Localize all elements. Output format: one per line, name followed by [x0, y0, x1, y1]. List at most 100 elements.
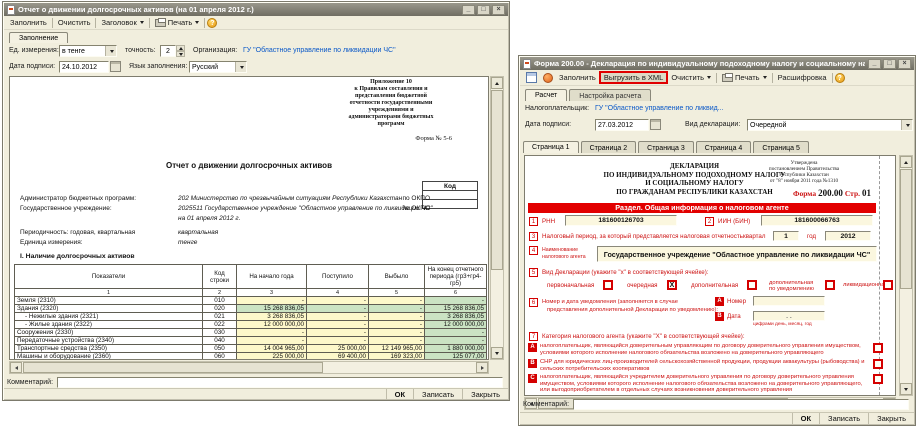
form-settings-button[interactable]: [523, 71, 540, 84]
minimize-button[interactable]: _: [868, 59, 881, 69]
horizontal-scrollbar[interactable]: [9, 361, 489, 374]
quarter-field[interactable]: 1: [773, 231, 799, 241]
org-value-link[interactable]: ГУ "Областное управление по ликвидации Ч…: [243, 47, 396, 54]
minimize-button[interactable]: _: [462, 5, 475, 15]
tab-page-3[interactable]: Страница 3: [638, 141, 694, 153]
precision-spin-buttons[interactable]: [176, 45, 185, 57]
checkbox-dop-po-uvedomleniyu[interactable]: [825, 280, 835, 290]
refresh-button[interactable]: [540, 72, 556, 84]
sign-date-input[interactable]: 24.10.2012: [59, 61, 109, 73]
precision-stepper[interactable]: 2: [160, 45, 176, 57]
cell-out[interactable]: -: [369, 297, 425, 305]
close-button[interactable]: ×: [898, 59, 911, 69]
vertical-scrollbar[interactable]: [899, 155, 913, 396]
cell-in[interactable]: -: [307, 321, 369, 329]
tab-page-2[interactable]: Страница 2: [581, 141, 637, 153]
help-icon[interactable]: ?: [835, 73, 845, 83]
tab-page-1[interactable]: Страница 1: [523, 141, 579, 153]
scroll-left-icon[interactable]: [10, 362, 22, 373]
declaration-kind-combo[interactable]: Очередной: [747, 119, 913, 131]
sign-date-input[interactable]: 27.03.2012: [595, 119, 649, 131]
save-button[interactable]: Записать: [413, 389, 462, 400]
cell-out[interactable]: 169 323,00: [369, 353, 425, 361]
cell-out[interactable]: -: [369, 337, 425, 345]
cell-begin[interactable]: 3 268 836,05: [237, 313, 307, 321]
tab-page-5[interactable]: Страница 5: [753, 141, 809, 153]
scroll-right-icon[interactable]: [476, 362, 488, 373]
scroll-down-icon[interactable]: [491, 347, 503, 359]
taxpayer-value-link[interactable]: ГУ "Областное управление по ликвид...: [595, 105, 724, 112]
print-button[interactable]: Печать: [719, 72, 770, 83]
cell-begin[interactable]: 14 004 965,00: [237, 345, 307, 353]
close-button[interactable]: ×: [492, 5, 505, 15]
cell-out[interactable]: -: [369, 329, 425, 337]
combo-button[interactable]: [105, 46, 116, 56]
tab-nastroyka[interactable]: Настройка расчета: [569, 89, 651, 101]
header-menu-button[interactable]: Заголовок: [98, 17, 146, 28]
cell-out[interactable]: -: [369, 321, 425, 329]
checkbox-category-b[interactable]: [873, 359, 883, 369]
close-window-button[interactable]: Закрыть: [462, 389, 508, 400]
fill-button[interactable]: Заполнить: [556, 72, 599, 83]
cell-in[interactable]: -: [307, 329, 369, 337]
ok-button[interactable]: ОК: [792, 413, 819, 424]
maximize-button[interactable]: □: [477, 5, 490, 15]
checkbox-likvidatsionnaya[interactable]: [883, 280, 893, 290]
export-xml-button[interactable]: Выгрузить в XML: [599, 71, 669, 84]
ok-button[interactable]: ОК: [386, 389, 413, 400]
cell-in[interactable]: -: [307, 337, 369, 345]
code-box-cell[interactable]: [422, 191, 478, 200]
calendar-icon[interactable]: [110, 61, 121, 72]
rnn-field[interactable]: 181600126703: [565, 215, 677, 226]
scrollbar-thumb[interactable]: [491, 90, 503, 270]
combo-button[interactable]: [901, 120, 912, 130]
scrollbar-thumb[interactable]: [900, 169, 912, 289]
clear-button[interactable]: Очистить: [55, 17, 94, 28]
spin-down-icon[interactable]: [176, 51, 185, 57]
cell-in[interactable]: -: [307, 297, 369, 305]
iin-field[interactable]: 181600066763: [761, 215, 873, 226]
close-window-button[interactable]: Закрыть: [868, 413, 914, 424]
notice-date-field[interactable]: . .: [753, 311, 825, 321]
checkbox-ocherednaya[interactable]: X: [667, 280, 677, 290]
scrollbar-thumb[interactable]: [23, 362, 323, 373]
checkbox-category-a[interactable]: [873, 343, 883, 353]
scroll-up-icon[interactable]: [491, 77, 503, 89]
checkbox-dopolnitelnaya[interactable]: [747, 280, 757, 290]
cell-begin[interactable]: -: [237, 337, 307, 345]
scroll-down-icon[interactable]: [900, 383, 912, 395]
save-button[interactable]: Записать: [819, 413, 868, 424]
calendar-icon[interactable]: [650, 119, 661, 130]
clear-button[interactable]: Очистить: [668, 72, 714, 83]
cell-begin[interactable]: -: [237, 329, 307, 337]
print-button[interactable]: Печать: [152, 17, 203, 28]
combo-button[interactable]: [235, 62, 246, 72]
comment-input[interactable]: [573, 399, 909, 410]
help-icon[interactable]: ?: [207, 18, 217, 28]
unit-combo[interactable]: в тенге: [59, 45, 117, 57]
decode-button[interactable]: Расшифровка: [775, 72, 830, 83]
cell-in[interactable]: 69 400,00: [307, 353, 369, 361]
cell-in[interactable]: 25 000,00: [307, 345, 369, 353]
tab-zapolnenie[interactable]: Заполнение: [9, 32, 68, 43]
tab-raschet[interactable]: Расчет: [525, 89, 567, 101]
cell-begin[interactable]: 225 000,00: [237, 353, 307, 361]
fill-button[interactable]: Заполнить: [7, 17, 50, 28]
report-window-titlebar[interactable]: Отчет о движении долгосрочных активов (н…: [4, 3, 508, 16]
scroll-up-icon[interactable]: [900, 156, 912, 168]
cell-in[interactable]: -: [307, 313, 369, 321]
tab-page-4[interactable]: Страница 4: [696, 141, 752, 153]
language-combo[interactable]: Русский: [189, 61, 247, 73]
vertical-scrollbar[interactable]: [490, 76, 504, 360]
agent-name-field[interactable]: Государственное учреждение "Областное уп…: [597, 246, 877, 262]
cell-out[interactable]: 12 149 965,00: [369, 345, 425, 353]
cell-begin[interactable]: 12 000 000,00: [237, 321, 307, 329]
notice-number-field[interactable]: [753, 296, 825, 306]
declaration-window-titlebar[interactable]: Форма 200.00 - Декларация по индивидуаль…: [520, 57, 914, 70]
comment-input[interactable]: [57, 377, 503, 388]
maximize-button[interactable]: □: [883, 59, 896, 69]
cell-out[interactable]: -: [369, 313, 425, 321]
checkbox-category-c[interactable]: [873, 374, 883, 384]
cell-begin[interactable]: -: [237, 297, 307, 305]
year-field[interactable]: 2012: [825, 231, 871, 241]
